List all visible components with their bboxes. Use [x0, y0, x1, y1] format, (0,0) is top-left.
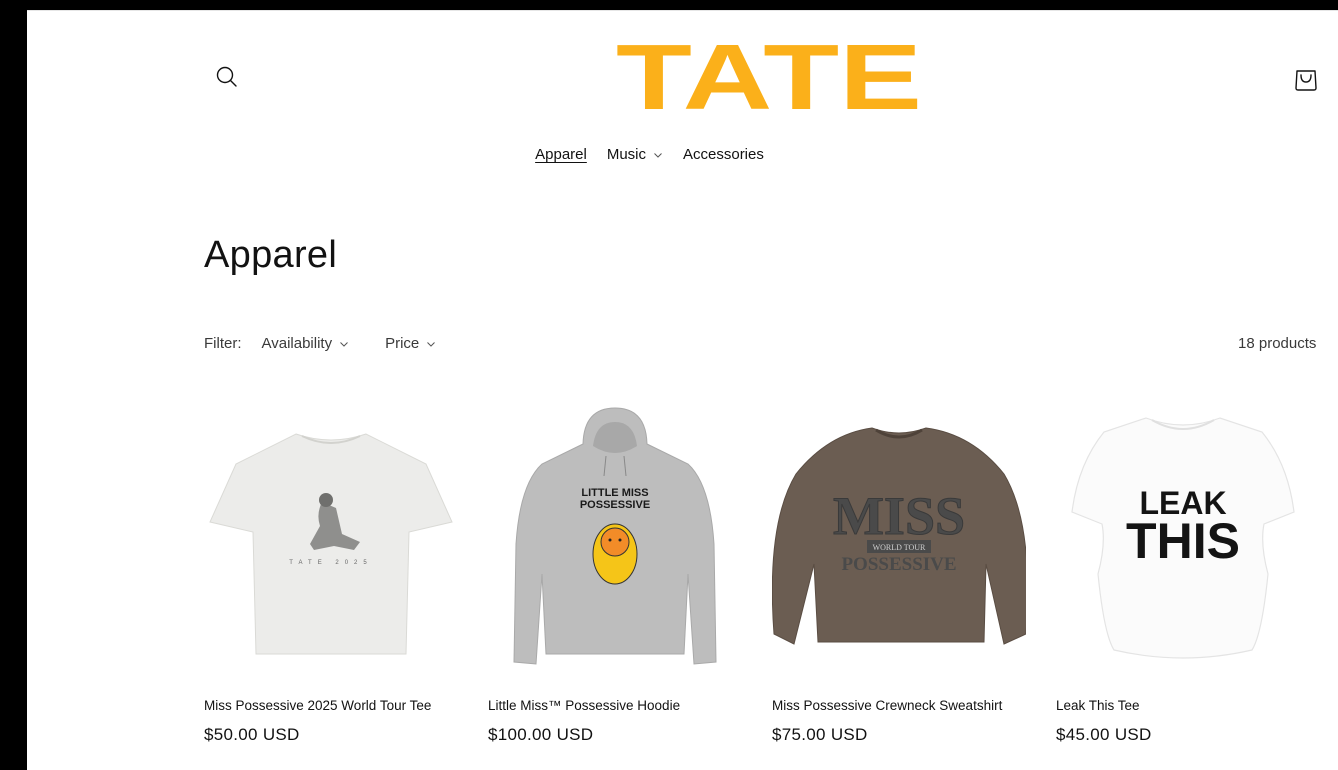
- brand-logo[interactable]: TATE: [615, 25, 923, 129]
- filter-bar: Filter: Availability Price: [204, 335, 472, 352]
- filter-label: Filter:: [204, 335, 242, 352]
- nav-item-apparel[interactable]: Apparel: [535, 146, 587, 163]
- chevron-down-icon: [427, 341, 436, 347]
- product-name[interactable]: Little Miss™ Possessive Hoodie: [488, 698, 742, 713]
- hoodie-print-line2: POSSESSIVE: [580, 499, 650, 511]
- product-name[interactable]: Miss Possessive Crewneck Sweatshirt: [772, 698, 1026, 713]
- brown-crewneck-photo: MISS WORLD TOUR POSSESSIVE: [772, 427, 1026, 645]
- nav-item-music[interactable]: Music: [607, 146, 663, 163]
- filter-availability[interactable]: Availability: [262, 335, 350, 352]
- product-grid: TATE 2025 Miss Possessive 2025 World Tou…: [204, 404, 1310, 745]
- chevron-down-icon: [340, 341, 348, 347]
- cart-button[interactable]: [1289, 62, 1323, 94]
- cart-icon: [1295, 70, 1317, 91]
- header-divider: [27, 10, 1338, 11]
- product-card[interactable]: LITTLE MISS POSSESSIVE Little Miss™ Poss…: [488, 404, 742, 745]
- grey-hoodie-photo: LITTLE MISS POSSESSIVE: [513, 407, 717, 665]
- crewneck-print-line2: WORLD TOUR: [873, 543, 926, 552]
- nav-item-label: Accessories: [683, 146, 764, 163]
- brand-logo-text: TATE: [616, 42, 922, 112]
- white-baby-tee-photo: LEAK THIS: [1071, 417, 1295, 659]
- product-card[interactable]: MISS WORLD TOUR POSSESSIVE Miss Possessi…: [772, 404, 1026, 745]
- filter-price[interactable]: Price: [385, 335, 436, 352]
- product-price: $50.00 USD: [204, 725, 300, 744]
- search-icon: [216, 66, 237, 87]
- product-card[interactable]: TATE 2025 Miss Possessive 2025 World Tou…: [204, 404, 458, 745]
- nav-item-accessories[interactable]: Accessories: [683, 146, 764, 163]
- product-price: $45.00 USD: [1056, 725, 1152, 744]
- search-button[interactable]: [213, 63, 241, 91]
- white-tee-photo: TATE 2025: [209, 433, 453, 655]
- product-image[interactable]: TATE 2025: [204, 404, 458, 672]
- filter-availability-label: Availability: [261, 335, 333, 352]
- leak-tee-print-line2: THIS: [1126, 513, 1240, 569]
- nav-item-label: Music: [606, 146, 646, 163]
- nav-item-label: Apparel: [535, 146, 587, 163]
- product-image[interactable]: MISS WORLD TOUR POSSESSIVE: [772, 404, 1026, 672]
- chevron-down-icon: [654, 152, 662, 158]
- filter-price-label: Price: [385, 335, 420, 352]
- page-title: Apparel: [204, 234, 338, 276]
- main-nav: Apparel Music Accessories: [27, 146, 1338, 163]
- product-count: 18 products: [1238, 335, 1317, 352]
- crewneck-print-line1: MISS: [833, 486, 965, 546]
- product-price: $75.00 USD: [772, 725, 868, 744]
- product-card[interactable]: LEAK THIS Leak This Tee $45.00 USD: [1056, 404, 1310, 745]
- crewneck-print-line3: POSSESSIVE: [841, 554, 956, 575]
- hoodie-print-line1: LITTLE MISS: [581, 487, 648, 499]
- product-price: $100.00 USD: [488, 725, 594, 744]
- storefront-page: TATE Apparel Music Accessories Apparel F…: [27, 10, 1338, 770]
- product-name[interactable]: Leak This Tee: [1056, 698, 1310, 713]
- product-image[interactable]: LITTLE MISS POSSESSIVE: [488, 404, 742, 672]
- product-image[interactable]: LEAK THIS: [1056, 404, 1310, 672]
- tee-print-caption: TATE 2025: [289, 560, 372, 566]
- product-name[interactable]: Miss Possessive 2025 World Tour Tee: [204, 698, 458, 713]
